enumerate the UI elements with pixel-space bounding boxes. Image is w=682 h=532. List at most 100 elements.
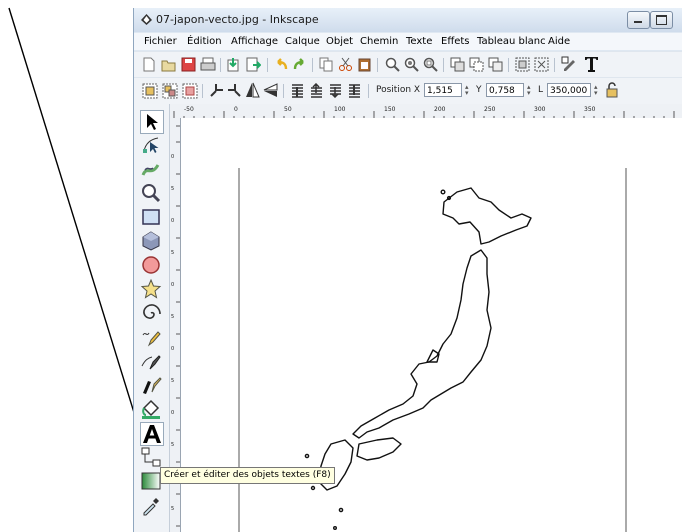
commands-toolbar — [134, 51, 682, 77]
ruler-tick-label: 5 — [171, 314, 174, 320]
ruler-tick-label: 0 — [171, 410, 174, 416]
lower-to-bottom-icon[interactable] — [347, 83, 362, 98]
position-y-spinner-icon[interactable]: ▴ ▾ — [527, 84, 531, 97]
pencil-tool-icon[interactable] — [140, 326, 162, 348]
select-all-icon[interactable] — [142, 83, 158, 99]
toolbar-separator — [220, 58, 221, 72]
zoom-tool-icon[interactable] — [140, 182, 162, 204]
island-dot — [304, 453, 310, 459]
maximize-icon — [656, 15, 667, 25]
ruler-tick-label: 200 — [434, 106, 446, 113]
pen-tool-icon[interactable] — [140, 350, 162, 372]
position-y-label: Y — [476, 85, 482, 95]
3d-box-tool-icon[interactable] — [140, 230, 162, 252]
import-icon[interactable] — [227, 57, 242, 72]
connector-tool-icon[interactable] — [140, 446, 162, 468]
ellipse-tool-icon[interactable] — [140, 254, 162, 276]
ruler-tick-label: 0 — [171, 154, 174, 160]
hokkaido-outline — [442, 187, 532, 245]
ruler-tick-label: 0 — [234, 106, 238, 113]
unlink-clone-icon[interactable] — [488, 57, 503, 72]
lock-ratio-icon[interactable] — [606, 82, 618, 98]
duplicate-icon[interactable] — [450, 57, 465, 72]
text-tool-tooltip: Créer et éditer des objets textes (F8) — [160, 467, 335, 484]
ruler-tick-label: 5 — [171, 506, 174, 512]
menu-aide[interactable]: Aide — [548, 36, 570, 47]
spiral-tool-icon[interactable] — [140, 302, 162, 324]
print-icon[interactable] — [200, 57, 216, 72]
horizontal-ruler-ticks: -50 0 50 100 150 200 250 300 350 — [173, 106, 675, 119]
copy-icon[interactable] — [319, 57, 334, 72]
zoom-drawing-icon[interactable] — [404, 57, 419, 72]
node-tool-icon[interactable] — [140, 134, 162, 156]
selector-tool-icon[interactable] — [140, 110, 164, 134]
menu-edition[interactable]: Édition — [187, 36, 222, 47]
ruler-tick-label: 5 — [171, 186, 174, 192]
export-icon[interactable] — [246, 57, 261, 72]
toolbar-separator — [312, 58, 313, 72]
paste-icon[interactable] — [357, 57, 372, 72]
star-tool-icon[interactable] — [140, 278, 162, 300]
menu-texte[interactable]: Texte — [406, 36, 432, 47]
cut-icon[interactable] — [338, 57, 353, 72]
zoom-page-icon[interactable] — [423, 57, 438, 72]
deselect-icon[interactable] — [182, 83, 198, 99]
rotate-ccw-icon[interactable] — [209, 83, 224, 98]
maximize-button[interactable] — [650, 11, 673, 29]
paint-bucket-tool-icon[interactable] — [140, 398, 162, 420]
position-x-field[interactable]: 1,515 — [424, 83, 462, 97]
ungroup-icon[interactable] — [534, 57, 549, 72]
save-icon[interactable] — [181, 57, 196, 72]
menu-effets[interactable]: Effets — [441, 36, 470, 47]
gradient-tool-icon[interactable] — [140, 470, 162, 492]
width-field[interactable]: 350,000 — [547, 83, 591, 97]
horizontal-ruler: -50 0 50 100 150 200 250 300 350 — [170, 104, 682, 119]
position-x-label: Position X — [376, 85, 421, 95]
ruler-tick-label: 5 — [171, 250, 174, 256]
menu-calque[interactable]: Calque — [285, 36, 320, 47]
menu-affichage[interactable]: Affichage — [231, 36, 278, 47]
select-all-layers-icon[interactable] — [162, 83, 178, 99]
honshu-outline — [352, 249, 492, 439]
raise-to-top-icon[interactable] — [290, 83, 305, 98]
flip-horizontal-icon[interactable] — [245, 82, 260, 98]
flip-vertical-icon[interactable] — [263, 82, 278, 98]
menu-chemin[interactable]: Chemin — [360, 36, 398, 47]
menu-tableau-blanc[interactable]: Tableau blanc — [477, 36, 546, 47]
island-dot — [440, 189, 446, 195]
rectangle-tool-icon[interactable] — [140, 206, 162, 228]
menu-objet[interactable]: Objet — [326, 36, 353, 47]
undo-icon[interactable] — [274, 57, 289, 72]
group-icon[interactable] — [515, 57, 530, 72]
tweak-tool-icon[interactable] — [140, 158, 162, 180]
dropper-tool-icon[interactable] — [140, 494, 162, 516]
raise-icon[interactable] — [309, 83, 324, 98]
minimize-button[interactable] — [627, 11, 650, 29]
toolbar-separator — [554, 58, 555, 72]
redo-icon[interactable] — [292, 57, 307, 72]
rotate-cw-icon[interactable] — [227, 83, 242, 98]
toolbar-separator — [368, 84, 369, 98]
menu-bar: Fichier Édition Affichage Calque Objet C… — [134, 33, 682, 50]
island-dot — [310, 485, 316, 491]
inkscape-logo-icon — [141, 14, 152, 25]
clone-icon[interactable] — [469, 57, 484, 72]
new-document-icon[interactable] — [142, 57, 156, 72]
zoom-selection-icon[interactable] — [385, 57, 400, 72]
open-icon[interactable] — [161, 57, 177, 72]
selector-controls-toolbar: Position X 1,515 ▴ ▾ Y 0,758 ▴ ▾ L 350,000… — [134, 77, 682, 104]
position-y-field[interactable]: 0,758 — [486, 83, 524, 97]
island-dot — [338, 507, 344, 513]
toolbar-separator — [267, 58, 268, 72]
minimize-icon — [634, 21, 642, 23]
text-tool-icon[interactable] — [140, 422, 164, 446]
fill-stroke-icon[interactable] — [561, 56, 578, 72]
calligraphy-tool-icon[interactable] — [140, 374, 162, 396]
position-x-spinner-icon[interactable]: ▴ ▾ — [465, 84, 469, 97]
lower-icon[interactable] — [328, 83, 343, 98]
shikoku-outline — [356, 437, 402, 461]
text-font-icon[interactable] — [583, 55, 600, 73]
toolbar-separator — [202, 84, 203, 98]
menu-fichier[interactable]: Fichier — [144, 36, 177, 47]
width-spinner-icon[interactable]: ▴ ▾ — [594, 84, 598, 97]
